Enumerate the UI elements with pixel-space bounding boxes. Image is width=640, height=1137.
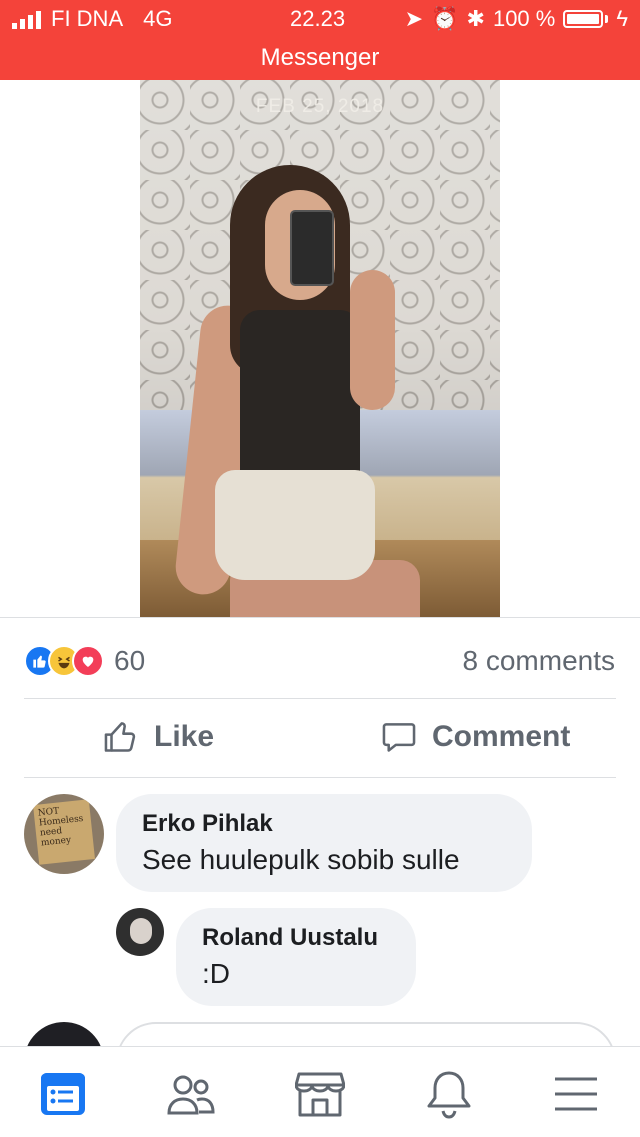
comment-bubble[interactable]: Erko Pihlak See huulepulk sobib sulle — [116, 794, 532, 892]
tab-marketplace[interactable] — [295, 1069, 345, 1119]
comment-button[interactable]: Comment — [380, 718, 570, 756]
tab-friends[interactable] — [166, 1069, 216, 1119]
divider — [0, 617, 640, 618]
marketplace-icon — [295, 1072, 345, 1117]
comment-label: Comment — [432, 720, 571, 753]
avatar-sign: NOT Homeless need money — [33, 799, 95, 865]
menu-icon — [555, 1077, 597, 1111]
avatar[interactable] — [116, 908, 164, 956]
photo-phone — [290, 210, 334, 286]
comment-author[interactable]: Erko Pihlak — [142, 810, 532, 838]
battery-tip — [605, 15, 609, 23]
status-row: FI DNA 4G 22.23 ➤ ⏰ ✱ 100 % ϟ — [0, 6, 640, 36]
comment-bubble-icon — [382, 723, 416, 752]
alarm-icon: ⏰ — [431, 6, 459, 31]
tab-news-feed[interactable] — [38, 1069, 88, 1119]
avatar[interactable]: NOT Homeless need money — [24, 794, 104, 874]
signal-strength-icon — [12, 9, 41, 29]
reply-bubble[interactable]: Roland Uustalu :D — [176, 908, 416, 1006]
photo-person-shorts — [215, 470, 375, 580]
carrier-label: FI DNA — [51, 6, 124, 31]
divider — [24, 777, 616, 778]
reactions-summary[interactable]: 60 — [24, 645, 145, 677]
battery-percent: 100 % — [492, 6, 556, 31]
bluetooth-icon: ✱ — [466, 6, 485, 31]
comment-text: See huulepulk sobib sulle — [142, 844, 460, 875]
post-photo[interactable]: FEB 25, 2018 — [140, 80, 500, 618]
tab-bar — [0, 1046, 640, 1137]
avatar-face — [130, 918, 152, 944]
photo-date-stamp: FEB 25, 2018 — [255, 96, 385, 117]
home-feed-icon — [41, 1073, 85, 1115]
photo-person-arm-raised — [350, 270, 395, 410]
tab-menu[interactable] — [551, 1069, 601, 1119]
status-bar: FI DNA 4G 22.23 ➤ ⏰ ✱ 100 % ϟ Messenger — [0, 0, 640, 80]
comment-author[interactable]: Roland Uustalu — [202, 924, 416, 952]
charging-icon: ϟ — [616, 6, 628, 31]
divider — [24, 698, 616, 699]
location-arrow-icon: ➤ — [404, 6, 424, 31]
comments-count[interactable]: 8 comments — [463, 645, 616, 677]
comment-text: :D — [202, 958, 230, 989]
love-reaction-icon — [72, 645, 104, 677]
reaction-count: 60 — [114, 645, 146, 676]
thumbs-up-icon — [104, 722, 136, 752]
battery-icon — [563, 10, 604, 28]
status-right: ➤ ⏰ ✱ 100 % ϟ — [405, 6, 628, 32]
status-left: FI DNA 4G — [12, 6, 172, 32]
status-time: 22.23 — [290, 6, 346, 31]
tab-notifications[interactable] — [424, 1069, 474, 1119]
like-label: Like — [154, 720, 215, 753]
notifications-icon — [427, 1071, 471, 1119]
network-label: 4G — [143, 6, 173, 31]
app-title[interactable]: Messenger — [0, 44, 640, 72]
friends-icon — [167, 1075, 215, 1115]
like-button[interactable]: Like — [102, 718, 214, 756]
